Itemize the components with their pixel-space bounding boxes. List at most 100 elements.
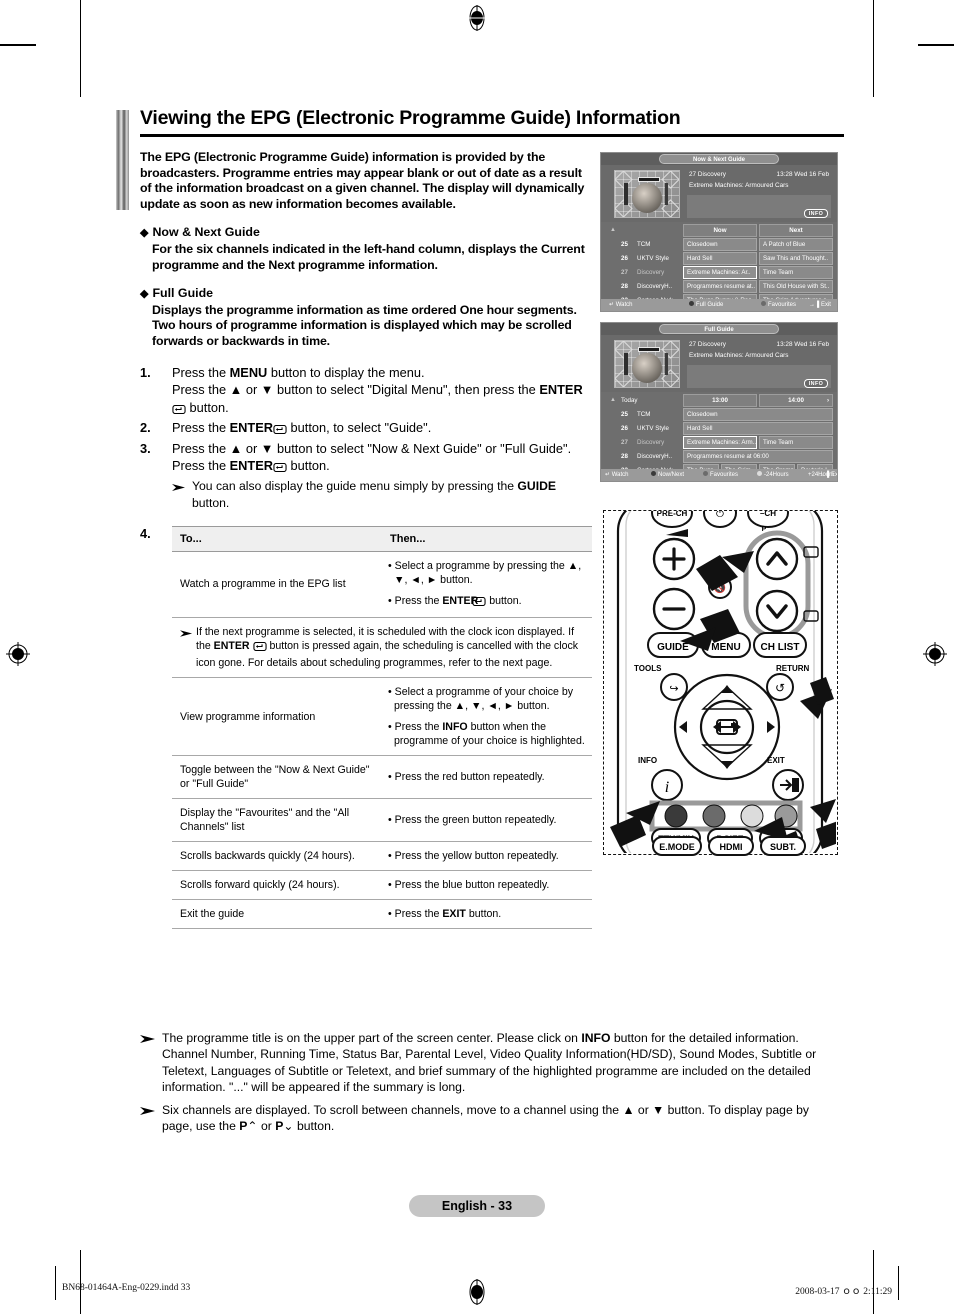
step-1-text: Press the MENU button to display the men… bbox=[172, 364, 592, 419]
footer-hint--24hours[interactable]: -24Hours bbox=[757, 469, 789, 481]
epg-row[interactable]: 25 TCM Closedown A Patch of Blue bbox=[605, 238, 833, 251]
now-next-info-panel: 27 Discovery Extreme Machines: Armoured … bbox=[601, 165, 837, 222]
step-3-line-2: Press the ENTER button. bbox=[172, 457, 592, 477]
dot-green-icon bbox=[761, 301, 766, 306]
table-note-text: If the next programme is selected, it is… bbox=[196, 625, 579, 669]
step-2: 2. Press the ENTER button, to select "Gu… bbox=[140, 419, 592, 439]
bullet-item: • Press the red button repeatedly. bbox=[388, 771, 545, 784]
table-note-cell: If the next programme is selected, it is… bbox=[172, 617, 592, 679]
channel-number: 26 bbox=[621, 255, 628, 262]
programme-next[interactable]: Time Team bbox=[759, 266, 833, 279]
programme-now[interactable]: Extreme Machines: Ar.. bbox=[683, 266, 757, 279]
actions-table-body: Watch a programme in the EPG list • Selec… bbox=[172, 551, 592, 930]
epg-row[interactable]: 28 DiscoveryH.. Programmes resume at 06:00 bbox=[605, 450, 833, 463]
channel-name: DiscoveryH.. bbox=[637, 453, 673, 460]
footer-hint-label: Watch bbox=[615, 302, 633, 308]
programme-cell[interactable]: Extreme Machines: Arm.. bbox=[683, 436, 757, 449]
programme-now[interactable]: Programmes resume at.. bbox=[683, 280, 757, 293]
programme-next[interactable]: This Old House with St.. bbox=[759, 280, 833, 293]
bullet-full-guide: ◆ Full Guide Displays the programme infor… bbox=[140, 286, 592, 349]
step-1-line-1: Press the MENU button to display the men… bbox=[172, 364, 425, 380]
programme-now[interactable]: Closedown bbox=[683, 238, 757, 251]
bullet-item: • Press the green button repeatedly. bbox=[388, 814, 557, 827]
epg-row[interactable]: 25 TCM Closedown bbox=[605, 408, 833, 421]
full-guide-info-panel: 27 Discovery Extreme Machines: Armoured … bbox=[601, 335, 837, 392]
column-header-next: Next bbox=[759, 224, 833, 237]
now-next-channel: 27 Discovery bbox=[689, 171, 726, 178]
svg-text:⏻: ⏻ bbox=[716, 511, 724, 520]
footer-hint-label: Watch bbox=[611, 472, 629, 478]
programme-cell[interactable]: Programmes resume at 06:00 bbox=[683, 450, 833, 463]
dot-yellow-icon bbox=[757, 471, 762, 476]
programme-cell[interactable]: Time Team bbox=[759, 436, 833, 449]
programme-thumbnail bbox=[614, 340, 680, 388]
table-cell-then: • Press the green button repeatedly. bbox=[382, 798, 592, 843]
enter-key-icon bbox=[252, 641, 267, 656]
programme-cell[interactable]: Closedown bbox=[683, 408, 833, 421]
epg-row[interactable]: 28 DiscoveryH.. Programmes resume at.. This… bbox=[605, 280, 833, 293]
footer-hint-exit[interactable]: →▐ Exit bbox=[819, 469, 837, 481]
footer-hint-exit[interactable]: →▐ Exit bbox=[809, 299, 831, 311]
footer-hint-label: Full Guide bbox=[696, 302, 724, 308]
table-cell-then: • Press the yellow button repeatedly. bbox=[382, 841, 592, 872]
time-slot-2: 14:00 › bbox=[759, 394, 833, 407]
time-slot-1: 13:00 bbox=[683, 394, 757, 407]
footer-hint-label: Now/Next bbox=[658, 472, 685, 478]
footer-hint-now-next[interactable]: Now/Next bbox=[651, 469, 684, 481]
registration-mark-right bbox=[923, 642, 947, 666]
step-3-line-1: Press the ▲ or ▼ button to select "Now &… bbox=[172, 440, 572, 456]
footer-hint-favourites[interactable]: Favourites bbox=[703, 469, 738, 481]
epg-row[interactable]: 26 UKTV Style Hard Sell Saw This and Though… bbox=[605, 252, 833, 265]
svg-text:INFO: INFO bbox=[638, 756, 657, 765]
step-3-number: 3. bbox=[140, 440, 151, 456]
actions-table: To... Then... Watch a programme in the E… bbox=[172, 525, 592, 930]
programme-now[interactable]: Hard Sell bbox=[683, 252, 757, 265]
bullet-full-guide-heading: ◆ Full Guide bbox=[140, 286, 214, 301]
table-cell-to: Watch a programme in the EPG list bbox=[172, 551, 382, 618]
programme-cell[interactable]: Hard Sell bbox=[683, 422, 833, 435]
table-row: Display the "Favourites" and the "All Ch… bbox=[172, 798, 592, 843]
step-4: 4. To... Then... Watch a programme in th… bbox=[140, 525, 592, 930]
svg-text:–CH: –CH bbox=[760, 511, 776, 518]
step-3-note-text: You can also display the guide menu simp… bbox=[192, 478, 557, 510]
footer-hint-watch[interactable]: ↵ Watch bbox=[609, 299, 632, 311]
epg-row[interactable]: 27 Discovery Extreme Machines: Arm.. Time T… bbox=[605, 436, 833, 449]
chevron-up-icon[interactable]: ▲ bbox=[605, 394, 621, 407]
footer-hint-watch[interactable]: ↵ Watch bbox=[605, 469, 628, 481]
programme-next[interactable]: A Patch of Blue bbox=[759, 238, 833, 251]
note-arrow-icon bbox=[180, 625, 196, 671]
channel-number: 27 bbox=[621, 439, 628, 446]
svg-text:HDMI: HDMI bbox=[720, 842, 743, 852]
epg-row[interactable]: 26 UKTV Style Hard Sell bbox=[605, 422, 833, 435]
step-2-number: 2. bbox=[140, 420, 151, 436]
note-arrow-icon bbox=[172, 478, 192, 512]
svg-text:RETURN: RETURN bbox=[776, 664, 810, 673]
full-guide-channel: 27 Discovery bbox=[689, 341, 726, 348]
chevron-right-icon[interactable]: › bbox=[827, 395, 829, 406]
bullet-item: • Press the yellow button repeatedly. bbox=[388, 850, 559, 863]
now-next-title: Now & Next Guide bbox=[659, 154, 779, 164]
footer-hint-label: Favourites bbox=[768, 302, 797, 308]
bullet-now-next-heading: ◆ Now & Next Guide bbox=[140, 225, 260, 240]
table-row: Watch a programme in the EPG list • Selec… bbox=[172, 551, 592, 618]
channel-number: 27 bbox=[621, 269, 628, 276]
crop-mark-bottom-right-vertical bbox=[873, 1250, 874, 1314]
channel-number: 25 bbox=[621, 241, 628, 248]
bullet-item: • Select a programme of your choice by p… bbox=[388, 686, 574, 713]
column-header-now: Now bbox=[683, 224, 757, 237]
enter-key-icon bbox=[273, 421, 287, 439]
chevron-up-icon[interactable]: ▲ bbox=[605, 224, 621, 237]
now-next-programme: Extreme Machines: Armoured Cars bbox=[689, 182, 789, 189]
dot-red-icon bbox=[651, 471, 656, 476]
crop-mark-right-top-horizontal bbox=[918, 44, 954, 46]
remote-control-illustration: PRE-CH ⏻ –CH 🔇 P GUIDE MENU CH LIST TOOL… bbox=[610, 511, 836, 853]
channel-number: 28 bbox=[621, 283, 628, 290]
bullet-now-next: ◆ Now & Next Guide For the six channels i… bbox=[140, 225, 592, 273]
table-cell-then: • Select a programme of your choice by p… bbox=[382, 677, 592, 757]
programme-next[interactable]: Saw This and Thought.. bbox=[759, 252, 833, 265]
footer-hint-favourites[interactable]: Favourites bbox=[761, 299, 796, 311]
full-guide-programme: Extreme Machines: Armoured Cars bbox=[689, 352, 789, 359]
table-cell-then: • Press the EXIT button. bbox=[382, 899, 592, 930]
footer-hint-full-guide[interactable]: Full Guide bbox=[689, 299, 723, 311]
epg-row[interactable]: 27 Discovery Extreme Machines: Ar.. Time Te… bbox=[605, 266, 833, 279]
